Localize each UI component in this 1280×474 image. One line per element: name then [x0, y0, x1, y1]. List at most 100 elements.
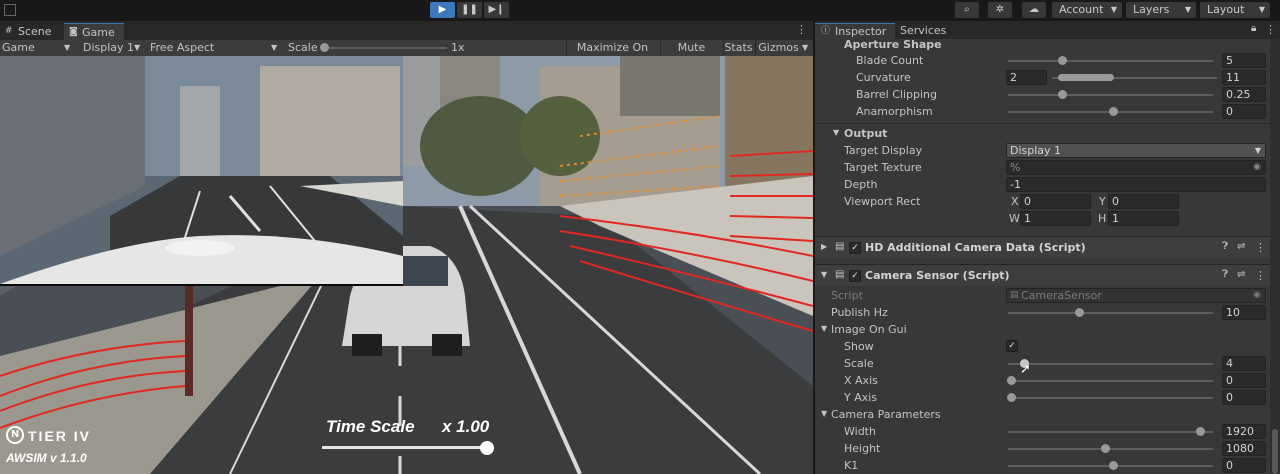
- preset-icon[interactable]: ⇌: [1237, 241, 1245, 252]
- gizmos-button[interactable]: Gizmos: [755, 40, 801, 56]
- layers-dropdown[interactable]: Layers ▼: [1126, 2, 1196, 18]
- x-axis-track[interactable]: [1008, 380, 1213, 382]
- depth-field[interactable]: -1: [1006, 177, 1266, 192]
- x-axis-row: X Axis 0: [815, 372, 1280, 389]
- camera-sensor-header[interactable]: ▼ ▤ ✓ Camera Sensor (Script) ❓︎ ⇌ ⋮: [815, 264, 1280, 286]
- height-track[interactable]: [1008, 448, 1213, 450]
- tab-game[interactable]: ◙ Game: [64, 23, 124, 40]
- layout-dropdown[interactable]: Layout ▼: [1200, 2, 1270, 18]
- viewport-h-field[interactable]: 1: [1108, 211, 1179, 226]
- time-scale-value: x 1.00: [442, 417, 490, 436]
- viewport-y-field[interactable]: 0: [1108, 194, 1179, 209]
- editor-tabbar: # Scene ◙ Game ⋮: [0, 21, 813, 40]
- height-knob[interactable]: [1101, 444, 1110, 453]
- game-viewport[interactable]: N TIER IV AWSIM v 1.1.0 Time Scale x 1.0…: [0, 56, 813, 474]
- anamorphism-knob[interactable]: [1109, 107, 1118, 116]
- cloud-button[interactable]: ☁: [1022, 2, 1046, 18]
- time-scale-label: Time Scale: [326, 417, 415, 436]
- scale-track[interactable]: [1008, 363, 1213, 365]
- target-display-value: Display 1: [1010, 144, 1062, 157]
- collab-button[interactable]: ✲: [988, 2, 1012, 18]
- play-button[interactable]: ▶: [430, 2, 455, 18]
- hd-camera-enabled-checkbox[interactable]: ✓: [849, 242, 861, 254]
- game-icon: ◙: [69, 27, 78, 37]
- stats-button[interactable]: Stats: [723, 40, 753, 56]
- more-options-icon[interactable]: ⋮: [1255, 241, 1266, 254]
- show-checkbox[interactable]: ✓: [1006, 340, 1018, 352]
- y-axis-knob[interactable]: [1007, 393, 1016, 402]
- aspect-dropdown[interactable]: Free Aspect: [150, 40, 214, 56]
- scale-slider-knob[interactable]: [320, 43, 329, 52]
- viewport-rect-row1: Viewport Rect X 0 Y 0: [815, 193, 1280, 210]
- scrollbar-thumb[interactable]: [1272, 429, 1278, 474]
- target-display-dropdown[interactable]: Display 1 ▼: [1006, 143, 1266, 158]
- image-on-gui-label: Image On Gui: [831, 323, 907, 336]
- time-scale-slider-knob[interactable]: [480, 441, 494, 455]
- viewport-y-label: Y: [1099, 195, 1106, 208]
- more-options-icon[interactable]: ⋮: [1255, 269, 1266, 282]
- main-toolbar: ▶ ❚❚ ▶❙ ⌕ ✲ ☁ Account ▼ Layers ▼ Layout ▼: [0, 0, 1280, 21]
- tab-game-label: Game: [82, 26, 115, 39]
- search-button[interactable]: ⌕: [955, 2, 979, 18]
- maximize-on-play-button[interactable]: Maximize On Play: [566, 40, 658, 70]
- curvature-max-field[interactable]: 11: [1222, 70, 1266, 85]
- k1-field[interactable]: 0: [1222, 458, 1266, 473]
- preset-icon[interactable]: ⇌: [1237, 269, 1245, 280]
- barrel-clipping-track[interactable]: [1008, 94, 1213, 96]
- hd-camera-data-header[interactable]: ▶ ▤ ✓ HD Additional Camera Data (Script)…: [815, 236, 1280, 258]
- image-on-gui-foldout[interactable]: ▼ Image On Gui: [815, 321, 1280, 338]
- scale-slider-track[interactable]: [322, 47, 447, 49]
- display-mode-dropdown[interactable]: Game: [2, 40, 35, 56]
- anamorphism-field[interactable]: 0: [1222, 104, 1266, 119]
- help-icon[interactable]: ❓︎: [1222, 269, 1228, 280]
- viewport-x-field[interactable]: 0: [1020, 194, 1091, 209]
- blade-count-label: Blade Count: [856, 54, 924, 67]
- version-text: AWSIM v 1.1.0: [6, 451, 87, 465]
- tab-scene[interactable]: # Scene: [0, 23, 62, 40]
- height-field[interactable]: 1080: [1222, 441, 1266, 456]
- publish-hz-track[interactable]: [1008, 312, 1213, 314]
- width-knob[interactable]: [1196, 427, 1205, 436]
- inspector-panel: ⓘ Inspector Services 🔒︎ ⋮ Aperture Shape…: [815, 21, 1280, 474]
- help-icon[interactable]: ❓︎: [1222, 241, 1228, 252]
- camera-sensor-enabled-checkbox[interactable]: ✓: [849, 270, 861, 282]
- more-options-icon[interactable]: ⋮: [1265, 23, 1276, 36]
- target-texture-value: %: [1010, 161, 1021, 174]
- barrel-clipping-field[interactable]: 0.25: [1222, 87, 1266, 102]
- scale-label: Scale: [288, 41, 318, 54]
- k1-knob[interactable]: [1109, 461, 1118, 470]
- lock-icon[interactable]: 🔒︎: [1251, 23, 1256, 34]
- pause-button[interactable]: ❚❚: [457, 2, 482, 18]
- viewport-w-label: W: [1009, 212, 1020, 225]
- width-track[interactable]: [1008, 431, 1213, 433]
- account-dropdown[interactable]: Account ▼: [1052, 2, 1122, 18]
- more-options-icon[interactable]: ⋮: [796, 23, 807, 36]
- inspector-scrollbar[interactable]: [1270, 39, 1280, 474]
- viewport-w-field[interactable]: 1: [1020, 211, 1091, 226]
- curvature-min-field[interactable]: 2: [1006, 70, 1047, 85]
- width-field[interactable]: 1920: [1222, 424, 1266, 439]
- barrel-clipping-knob[interactable]: [1058, 90, 1067, 99]
- object-picker-icon[interactable]: ◉: [1253, 161, 1261, 174]
- publish-hz-field[interactable]: 10: [1222, 305, 1266, 320]
- blade-count-track[interactable]: [1008, 60, 1213, 62]
- curvature-range-thumb[interactable]: [1058, 74, 1114, 81]
- output-foldout[interactable]: ▼ Output: [815, 125, 1280, 142]
- x-axis-knob[interactable]: [1007, 376, 1016, 385]
- script-row: Script ▤ CameraSensor ◉: [815, 287, 1280, 304]
- unity-logo-icon[interactable]: [4, 4, 16, 16]
- blade-count-knob[interactable]: [1058, 56, 1067, 65]
- camera-parameters-foldout[interactable]: ▼ Camera Parameters: [815, 406, 1280, 423]
- blade-count-field[interactable]: 5: [1222, 53, 1266, 68]
- y-axis-track[interactable]: [1008, 397, 1213, 399]
- x-axis-field[interactable]: 0: [1222, 373, 1266, 388]
- display-dropdown[interactable]: Display 1: [83, 40, 134, 56]
- y-axis-field[interactable]: 0: [1222, 390, 1266, 405]
- mute-audio-button[interactable]: Mute Audio: [660, 40, 722, 70]
- k1-row: K1 0: [815, 457, 1280, 474]
- publish-hz-knob[interactable]: [1075, 308, 1084, 317]
- time-scale-slider-track[interactable]: [322, 446, 487, 449]
- scale-field[interactable]: 4: [1222, 356, 1266, 371]
- step-button[interactable]: ▶❙: [484, 2, 509, 18]
- target-texture-field[interactable]: % ◉: [1006, 160, 1266, 175]
